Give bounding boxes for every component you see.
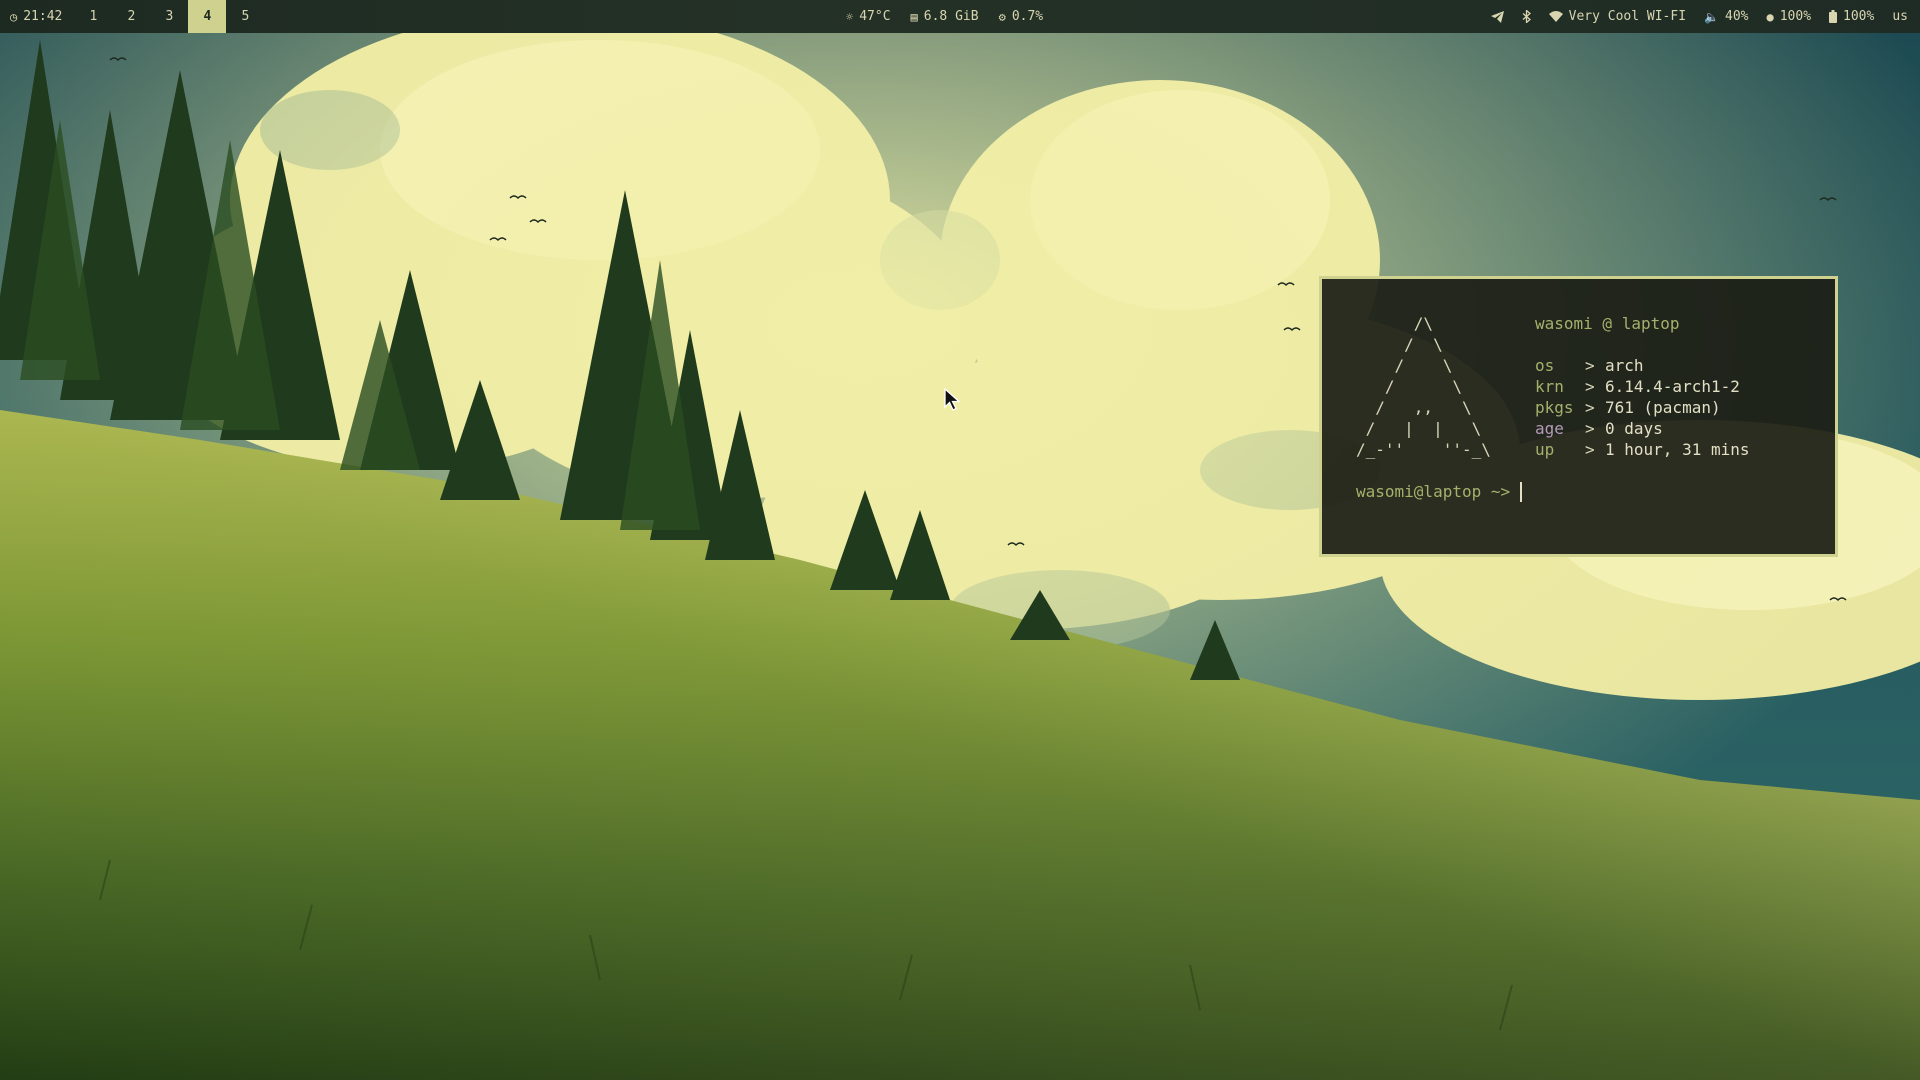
bar-center-section: ☼ 47°C ▤ 6.8 GiB ⚙ 0.7% [846,0,1043,33]
fetch-value: 761 (pacman) [1605,398,1721,417]
workspace-3-button[interactable]: 3 [150,0,188,33]
wifi-network-name: Very Cool WI-FI [1568,9,1687,24]
fetch-arrow: > [1585,356,1595,375]
text-cursor [1520,481,1523,502]
telegram-tray[interactable] [1490,10,1504,23]
memory-module[interactable]: ▤ 6.8 GiB [911,9,979,24]
workspace-label: 2 [127,9,136,24]
workspace-label: 3 [165,9,174,24]
telegram-icon [1490,10,1504,23]
circle-icon: ● [1766,9,1774,24]
wifi-icon [1548,11,1563,22]
fetch-arrow: > [1585,440,1595,459]
cpu-value: 0.7% [1011,9,1044,24]
fetch-row-os: os > arch [1535,355,1750,376]
temperature-module[interactable]: ☼ 47°C [846,9,891,24]
memory-value: 6.8 GiB [923,9,979,24]
speaker-icon: 🔈 [1704,9,1719,24]
clock-icon: ◷ [10,9,18,24]
brightness-value: 100% [1779,9,1812,24]
shell-prompt[interactable]: wasomi@laptop ~> [1356,481,1523,502]
workspace-4-button[interactable]: 4 [188,0,227,33]
arch-ascii-logo: /\ / \ / \ / \ / ,, \ / | | \ /_-'' ''-_… [1356,314,1491,459]
volume-value: 40% [1725,9,1749,24]
fetch-arrow: > [1585,377,1595,396]
keyboard-layout-label: us [1892,9,1908,24]
fetch-arrow: > [1585,398,1595,417]
fetch-key: pkgs [1535,398,1574,417]
workspace-label: 4 [203,9,212,24]
fetch-key: up [1535,440,1555,459]
volume-module[interactable]: 🔈 40% [1704,9,1748,24]
fetch-spacer [1535,334,1750,355]
workspace-1-button[interactable]: 1 [74,0,112,33]
fetch-value: 1 hour, 31 mins [1605,440,1750,459]
prompt-text: wasomi@laptop ~> [1356,482,1511,501]
workspace-label: 1 [89,9,98,24]
cpu-module[interactable]: ⚙ 0.7% [999,9,1044,24]
battery-module[interactable]: 100% [1829,9,1874,24]
fetch-row-krn: krn > 6.14.4-arch1-2 [1535,376,1750,397]
terminal-window[interactable]: /\ / \ / \ / \ / ,, \ / | | \ /_-'' ''-_… [1319,276,1838,557]
bar-left-section: ◷ 21:42 1 2 3 4 5 [0,0,264,33]
top-status-bar: ◷ 21:42 1 2 3 4 5 ☼ 47°C ▤ 6.8 GiB ⚙ 0.7… [0,0,1920,33]
workspace-2-button[interactable]: 2 [112,0,150,33]
workspace-5-button[interactable]: 5 [226,0,264,33]
fetch-key: os [1535,356,1555,375]
clock-module[interactable]: ◷ 21:42 [0,0,74,33]
fetch-value: 6.14.4-arch1-2 [1605,377,1740,396]
mouse-pointer-icon [944,388,961,411]
clock-time: 21:42 [23,9,63,24]
keyboard-layout[interactable]: us [1892,9,1908,24]
sun-icon: ☼ [846,9,854,24]
fetch-info: wasomi @ laptop os > arch krn > 6.14.4-a… [1535,313,1750,460]
fetch-row-up: up > 1 hour, 31 mins [1535,439,1750,460]
battery-icon [1829,10,1838,23]
workspace-label: 5 [241,9,250,24]
cpu-icon: ⚙ [998,9,1006,24]
fetch-key: krn [1535,377,1564,396]
fetch-value: arch [1605,356,1644,375]
brightness-module[interactable]: ● 100% [1766,9,1811,24]
fetch-value: 0 days [1605,419,1663,438]
memory-icon: ▤ [910,9,918,24]
battery-value: 100% [1843,9,1875,24]
bluetooth-icon [1522,10,1531,23]
fetch-title: wasomi @ laptop [1535,314,1680,333]
temperature-value: 47°C [859,9,891,24]
fetch-key: age [1535,419,1564,438]
fetch-row-pkgs: pkgs > 761 (pacman) [1535,397,1750,418]
fetch-arrow: > [1585,419,1595,438]
bar-right-section: Very Cool WI-FI 🔈 40% ● 100% 100% us [1490,0,1920,33]
fetch-row-age: age > 0 days [1535,418,1750,439]
wifi-module[interactable]: Very Cool WI-FI [1548,9,1687,24]
bluetooth-module[interactable] [1522,10,1531,23]
